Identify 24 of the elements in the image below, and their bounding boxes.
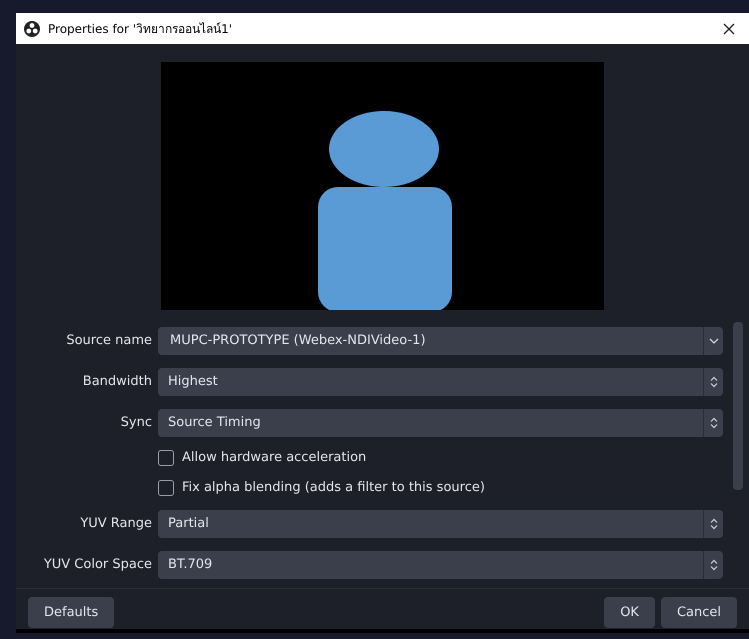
defaults-button[interactable]: Defaults <box>28 597 114 628</box>
field-label: YUV Range <box>79 514 152 533</box>
field-label: Source name <box>65 332 152 350</box>
source-name-combo-field[interactable]: MUPC-PROTOTYPE (Webex-NDIVideo-1) <box>158 326 723 354</box>
app-logo-icon <box>24 20 40 36</box>
dropdown-select[interactable]: Source Timing <box>158 408 723 436</box>
dialog-button[interactable]: OK <box>604 597 655 628</box>
checkbox-option[interactable]: Allow hardware acceleration <box>158 448 366 468</box>
up-down-chevron-icon <box>710 416 718 428</box>
dropdown-select[interactable]: Highest <box>158 368 723 396</box>
chevron-down-icon <box>708 338 718 344</box>
close-icon <box>723 22 735 34</box>
dropdown-select[interactable]: Partial <box>158 510 723 538</box>
up-down-chevron-icon <box>710 376 718 388</box>
field-label: Sync <box>120 414 152 432</box>
field-label: YUV Color Space <box>42 556 152 574</box>
up-down-chevron-icon <box>710 558 718 570</box>
dropdown-select[interactable]: BT.709 <box>158 550 723 578</box>
up-down-chevron-icon <box>710 518 718 530</box>
dialog-button[interactable]: Cancel <box>660 597 737 628</box>
scrollbar-thumb[interactable] <box>733 322 743 490</box>
field-label: Bandwidth <box>82 372 152 391</box>
window-title: Properties for 'วิทยากรออนไลน์1' <box>48 20 234 38</box>
checkbox-option[interactable]: Fix alpha blending (adds a filter to this source) <box>158 478 485 498</box>
